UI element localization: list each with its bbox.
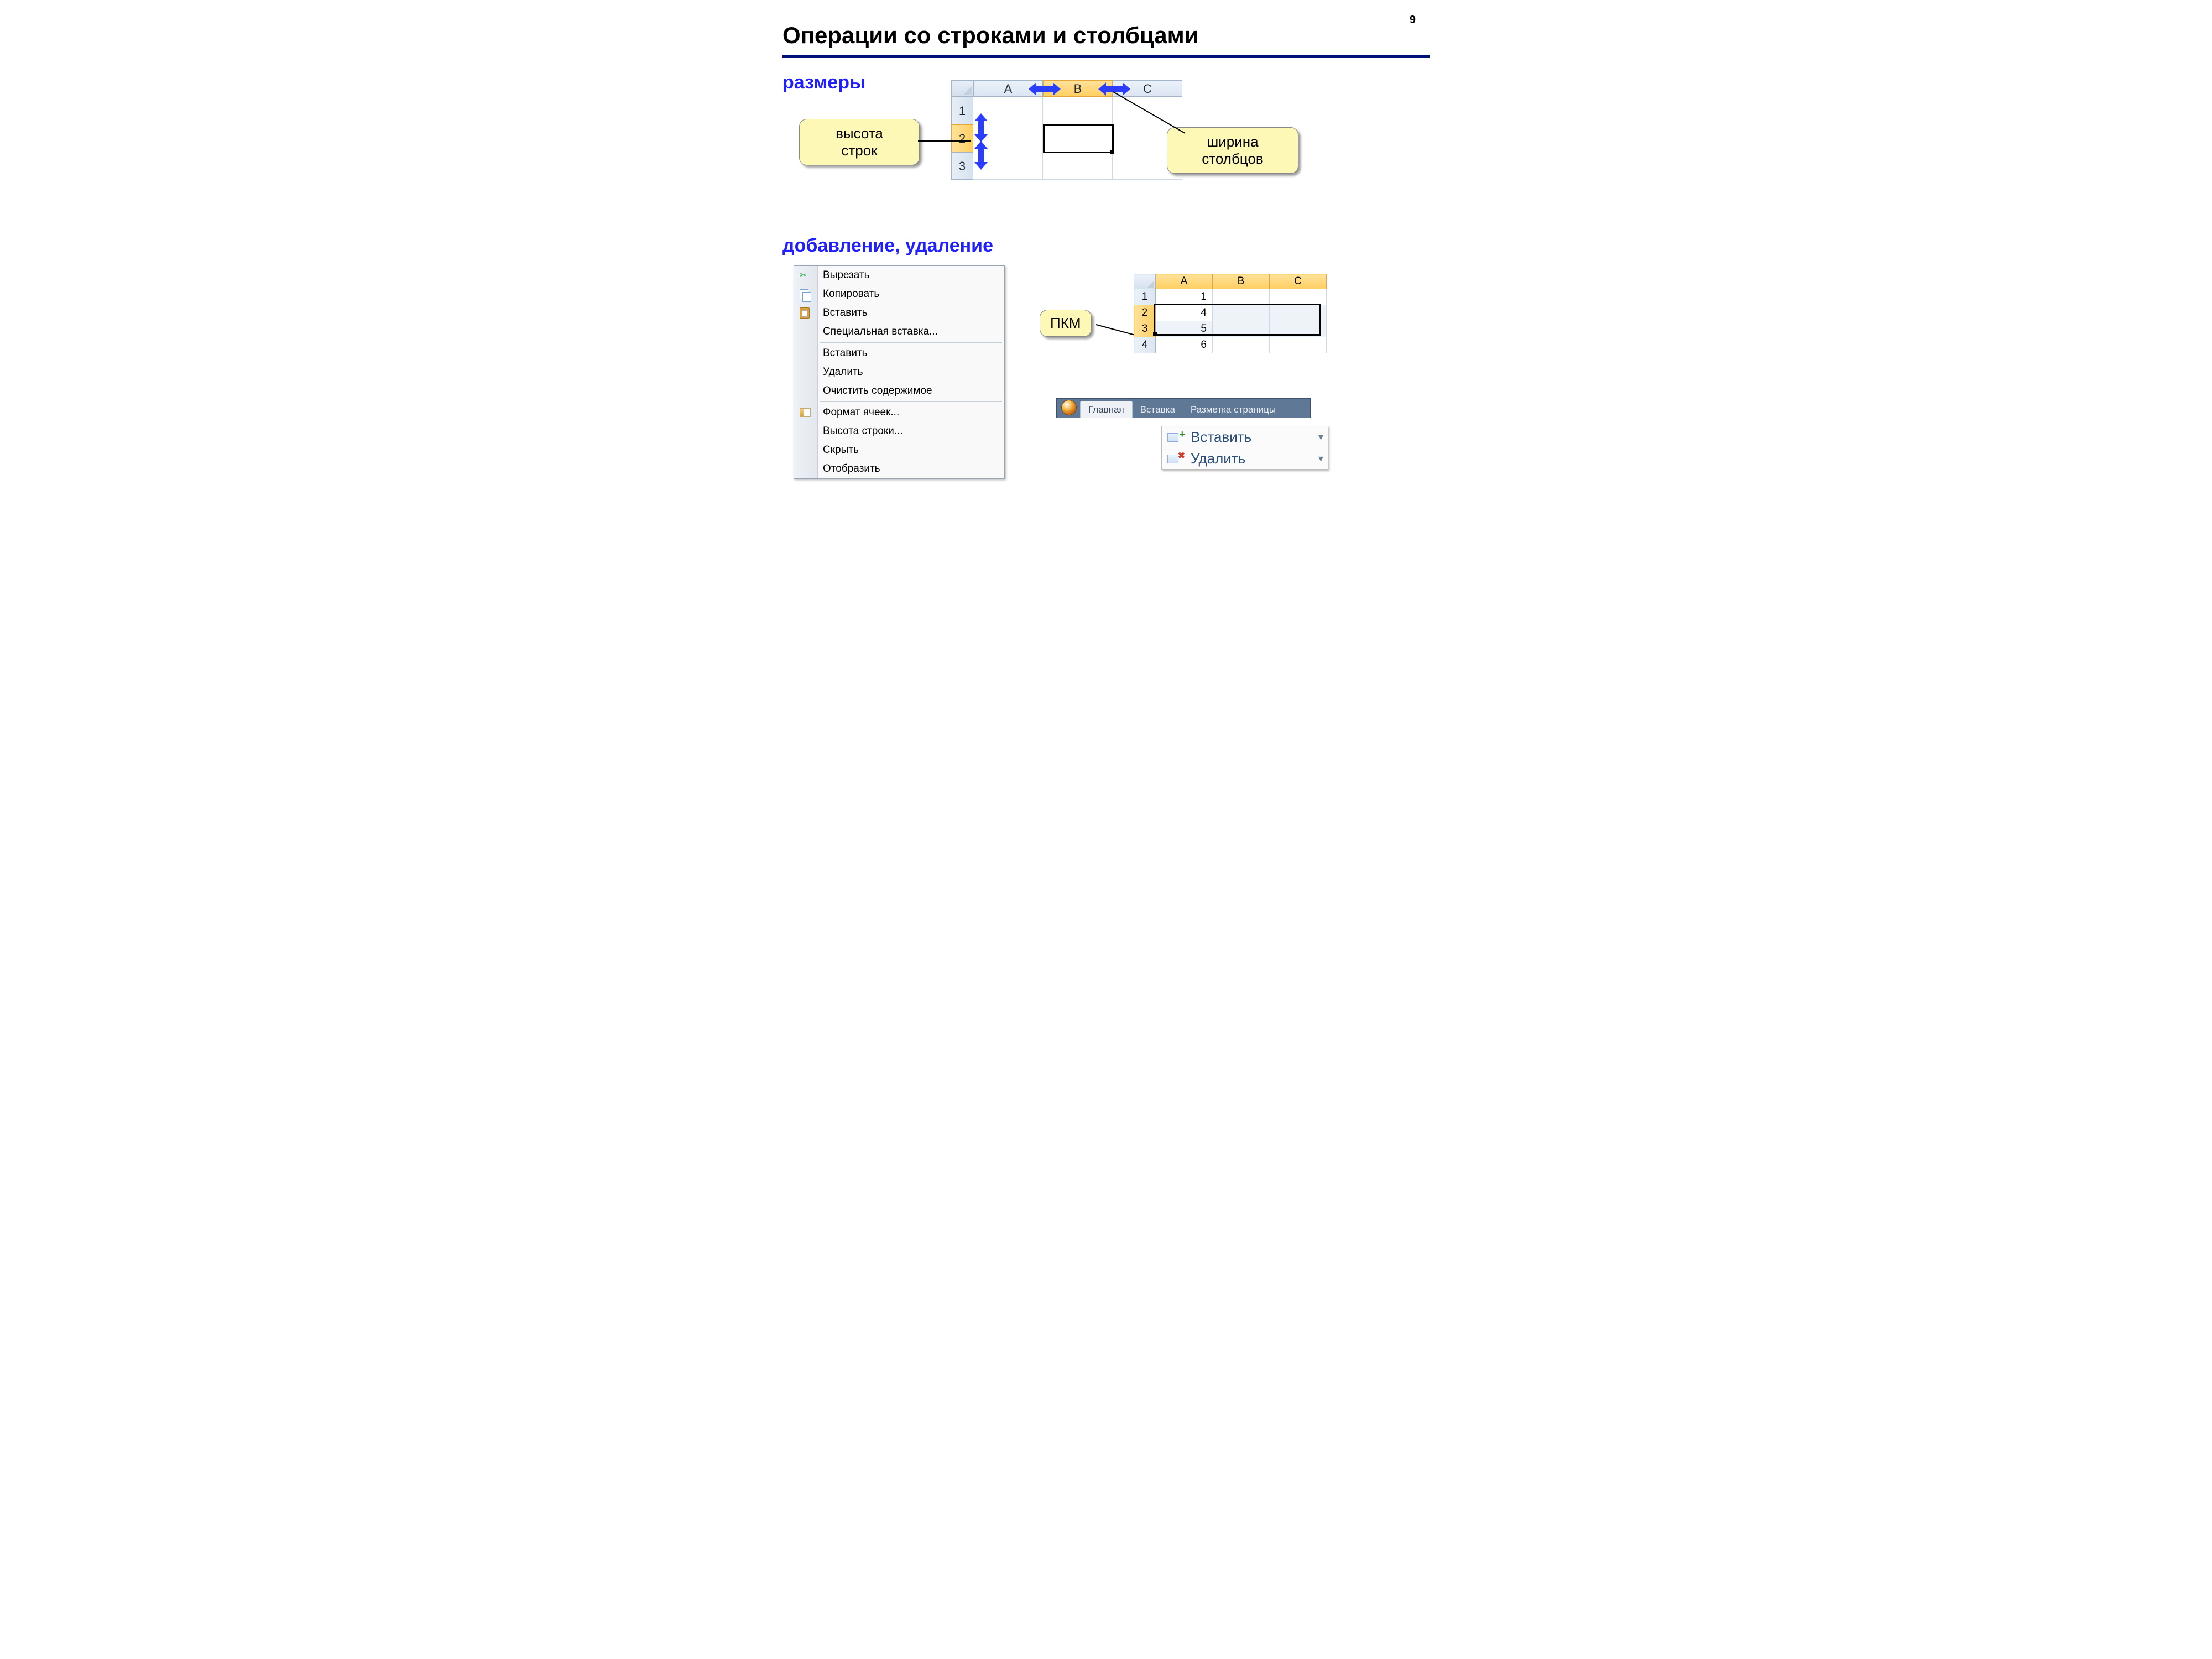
menu-item-row-height[interactable]: Высота строки... (794, 422, 1004, 441)
cell[interactable] (1270, 337, 1327, 353)
row-header-4[interactable]: 4 (1134, 337, 1156, 353)
menu-item-insert[interactable]: Вставить (794, 344, 1004, 363)
excel-grid-selection: A B C 1 1 2 4 3 5 (1134, 274, 1327, 353)
row-header-1[interactable]: 1 (951, 97, 973, 124)
active-cell-outline (1043, 124, 1114, 153)
section-sizes: размеры (782, 72, 865, 93)
menu-item-hide[interactable]: Скрыть (794, 441, 1004, 460)
menu-item-format-cells[interactable]: Формат ячеек... (794, 403, 1004, 422)
col-header-A[interactable]: A (1156, 274, 1213, 289)
callout-leader (1096, 324, 1135, 336)
button-label: Удалить (1191, 450, 1245, 467)
cells-group: Вставить ▾ Удалить ▾ (1161, 426, 1328, 470)
office-button-icon[interactable] (1061, 400, 1077, 415)
row-header-3[interactable]: 3 (951, 152, 973, 180)
cut-icon (800, 270, 811, 281)
paste-icon (800, 307, 810, 319)
insert-button[interactable]: Вставить ▾ (1162, 426, 1328, 448)
cell[interactable] (1213, 289, 1270, 305)
menu-separator (820, 401, 1002, 402)
selectall-corner[interactable] (951, 80, 973, 97)
delete-button[interactable]: Удалить ▾ (1162, 448, 1328, 469)
page-title: Операции со строками и столбцами (782, 22, 1199, 49)
col-header-B[interactable]: B (1213, 274, 1270, 289)
callout-line: столбцов (1202, 150, 1263, 167)
dropdown-arrow-icon[interactable]: ▾ (1318, 453, 1323, 465)
callout-line: ширина (1207, 133, 1258, 150)
menu-item-paste-special[interactable]: Специальная вставка... (794, 322, 1004, 341)
dropdown-arrow-icon[interactable]: ▾ (1318, 431, 1323, 443)
ribbon-tab-home[interactable]: Главная (1080, 401, 1133, 418)
slide-number: 9 (1410, 14, 1416, 27)
cell-A4[interactable]: 6 (1156, 337, 1213, 353)
copy-icon (800, 289, 808, 299)
row-resize-arrow-icon (974, 113, 988, 142)
row-header-2[interactable]: 2 (951, 124, 973, 152)
menu-item-cut[interactable]: Вырезать (794, 266, 1004, 285)
cell-A1[interactable]: 1 (1156, 289, 1213, 305)
callout-line: строк (841, 142, 877, 159)
ribbon-tabstrip: Главная Вставка Разметка страницы (1056, 398, 1311, 418)
menu-item-delete[interactable]: Удалить (794, 363, 1004, 382)
col-resize-arrow-icon (1029, 82, 1061, 96)
selectall-corner[interactable] (1134, 274, 1156, 289)
row-header-3[interactable]: 3 (1134, 321, 1156, 337)
insert-cells-icon (1166, 430, 1185, 445)
col-resize-arrow-icon (1098, 82, 1130, 96)
cell[interactable] (1043, 152, 1113, 180)
context-menu: Вырезать Копировать Вставить Специальная… (794, 265, 1005, 479)
cell[interactable] (1043, 97, 1113, 124)
menu-separator (820, 342, 1002, 343)
callout-row-height: высота строк (799, 119, 920, 165)
title-rule (782, 55, 1430, 58)
ribbon-tab-layout[interactable]: Разметка страницы (1183, 401, 1284, 418)
selection-outline (1154, 304, 1321, 336)
callout-col-width: ширина столбцов (1167, 127, 1298, 174)
menu-item-clear[interactable]: Очистить содержимое (794, 382, 1004, 400)
format-cells-icon (800, 408, 811, 417)
menu-item-paste[interactable]: Вставить (794, 304, 1004, 322)
row-resize-arrow-icon (974, 141, 988, 170)
callout-leader (918, 140, 971, 142)
callout-rmb: ПКМ (1040, 310, 1092, 337)
menu-item-show[interactable]: Отобразить (794, 460, 1004, 478)
menu-item-copy[interactable]: Копировать (794, 285, 1004, 304)
button-label: Вставить (1191, 429, 1251, 446)
cell[interactable] (1270, 289, 1327, 305)
delete-cells-icon (1166, 451, 1185, 467)
col-header-C[interactable]: C (1270, 274, 1327, 289)
cell[interactable] (1213, 337, 1270, 353)
section-addremove: добавление, удаление (782, 235, 993, 257)
row-header-2[interactable]: 2 (1134, 305, 1156, 321)
row-header-1[interactable]: 1 (1134, 289, 1156, 305)
callout-line: высота (836, 125, 883, 142)
ribbon-tab-insert[interactable]: Вставка (1133, 401, 1183, 418)
